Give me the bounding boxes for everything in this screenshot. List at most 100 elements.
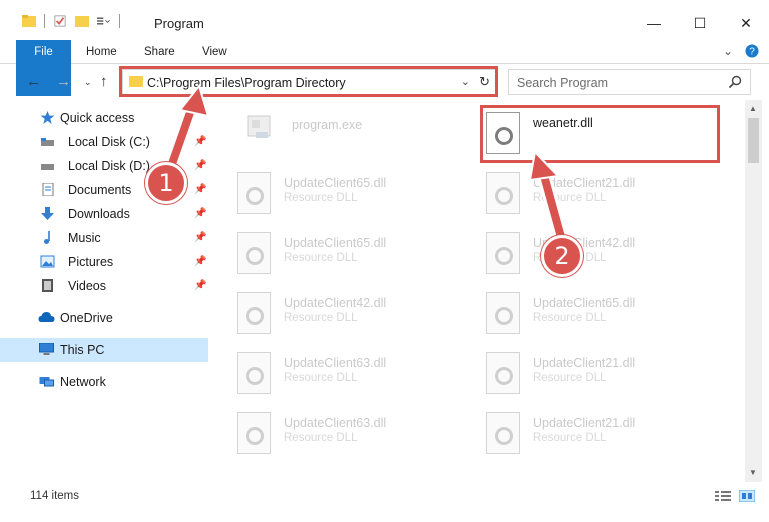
gear-icon [495, 367, 513, 385]
pin-icon[interactable]: 📌 [194, 184, 206, 195]
file-item[interactable]: program.exe [242, 108, 482, 164]
scrollbar-thumb[interactable] [748, 118, 759, 163]
up-arrow-icon[interactable]: ↑ [100, 73, 108, 90]
gear-icon [246, 307, 264, 325]
sidebar-item-quick-access[interactable]: Quick access [0, 106, 208, 130]
window-title: Program [154, 16, 204, 31]
svg-text:?: ? [749, 47, 755, 58]
pictures-icon [40, 255, 55, 268]
sidebar-item-this-pc[interactable]: This PC [0, 338, 208, 362]
file-name: program.exe [292, 118, 363, 132]
customize-toolbar-icon[interactable] [97, 15, 111, 27]
tiles-view-icon[interactable] [739, 490, 755, 502]
divider [44, 14, 45, 28]
tab-home[interactable]: Home [74, 40, 129, 64]
download-icon [41, 207, 54, 220]
ribbon-tabs: File Home Share View ⌄ ? [0, 40, 769, 96]
sidebar-item-network[interactable]: Network [0, 370, 208, 394]
search-input[interactable]: Search Program [508, 69, 751, 95]
file-icon [486, 172, 520, 214]
file-item[interactable]: UpdateClient63.dll Resource DLL [237, 408, 477, 464]
pin-icon[interactable]: 📌 [194, 160, 206, 171]
documents-icon [42, 183, 54, 196]
file-type: Resource DLL [533, 312, 607, 324]
properties-icon[interactable] [53, 15, 67, 27]
quick-access-toolbar [22, 14, 120, 28]
pin-icon[interactable]: 📌 [194, 232, 206, 243]
file-item[interactable]: UpdateClient65.dll Resource DLL [486, 288, 726, 344]
videos-icon [42, 279, 53, 292]
details-view-icon[interactable] [715, 490, 731, 502]
file-name: UpdateClient63.dll [284, 356, 387, 370]
sidebar-item-label: Downloads [68, 207, 130, 221]
step-marker-2: 2 [541, 235, 583, 277]
forward-arrow-icon[interactable]: → [56, 73, 71, 90]
maximize-button[interactable]: ☐ [677, 8, 723, 38]
gear-icon [246, 427, 264, 445]
sidebar-item-label: Local Disk (C:) [68, 135, 150, 149]
file-item[interactable]: UpdateClient21.dll Resource DLL [486, 348, 726, 404]
file-type: Resource DLL [284, 372, 358, 384]
file-icon [486, 232, 520, 274]
tab-share[interactable]: Share [132, 40, 187, 64]
expand-ribbon-icon[interactable]: ⌄ [723, 44, 733, 58]
file-item[interactable]: UpdateClient65.dll Resource DLL [237, 228, 477, 284]
star-icon [40, 111, 55, 124]
step-marker-1: 1 [145, 162, 187, 204]
music-icon [44, 231, 50, 244]
file-type: Resource DLL [284, 192, 358, 204]
vertical-scrollbar[interactable]: ▲ ▼ [745, 100, 762, 482]
pin-icon[interactable]: 📌 [194, 256, 206, 267]
file-item[interactable]: UpdateClient65.dll Resource DLL [237, 168, 477, 224]
navigation-pane: Quick access Local Disk (C:) 📌 Local Dis… [0, 102, 212, 466]
file-item[interactable]: UpdateClient21.dll Resource DLL [486, 168, 726, 224]
file-name: UpdateClient65.dll [284, 176, 387, 190]
scroll-down-icon[interactable]: ▼ [749, 468, 757, 477]
file-icon [486, 352, 520, 394]
sidebar-item-label: Local Disk (D:) [68, 159, 150, 173]
gear-icon [495, 187, 513, 205]
close-button[interactable]: ✕ [723, 8, 769, 38]
file-type: Resource DLL [284, 312, 358, 324]
new-folder-icon[interactable] [75, 15, 89, 27]
file-name: UpdateClient21.dll [533, 356, 636, 370]
recent-locations-icon[interactable]: ⌄ [84, 77, 92, 88]
sidebar-item-label: Network [60, 375, 106, 389]
file-name: UpdateClient65.dll [533, 296, 636, 310]
file-item[interactable]: UpdateClient42.dll Resource DLL [486, 228, 726, 284]
drive-icon [41, 138, 54, 146]
minimize-button[interactable]: — [631, 8, 677, 38]
search-icon[interactable] [728, 75, 742, 89]
sidebar-item-onedrive[interactable]: OneDrive [0, 306, 208, 330]
file-type: Resource DLL [533, 372, 607, 384]
scroll-up-icon[interactable]: ▲ [749, 104, 757, 113]
pin-icon[interactable]: 📌 [194, 280, 206, 291]
sidebar-item-label: Documents [68, 183, 132, 197]
tab-view[interactable]: View [190, 40, 239, 64]
network-icon [39, 377, 54, 387]
sidebar-item-label: This PC [60, 343, 105, 357]
help-icon[interactable]: ? [745, 44, 759, 58]
gear-icon [246, 367, 264, 385]
file-name: UpdateClient63.dll [284, 416, 387, 430]
file-item[interactable]: UpdateClient42.dll Resource DLL [237, 288, 477, 344]
sidebar-item-pictures[interactable]: Pictures 📌 [0, 250, 208, 274]
sidebar-item-label: Videos [68, 279, 106, 293]
sidebar-item-downloads[interactable]: Downloads 📌 [0, 202, 208, 226]
file-icon [237, 352, 271, 394]
computer-icon [39, 343, 54, 355]
file-item[interactable]: UpdateClient21.dll Resource DLL [486, 408, 726, 464]
program-exe-icon [247, 115, 271, 138]
pin-icon[interactable]: 📌 [194, 208, 206, 219]
file-icon [486, 292, 520, 334]
pin-icon[interactable]: 📌 [194, 136, 206, 147]
sidebar-item-music[interactable]: Music 📌 [0, 226, 208, 250]
file-icon [237, 412, 271, 454]
sidebar-item-videos[interactable]: Videos 📌 [0, 274, 208, 298]
search-placeholder: Search Program [517, 76, 609, 90]
back-arrow-icon[interactable]: ← [26, 73, 41, 90]
sidebar-item-local-disk-c[interactable]: Local Disk (C:) 📌 [0, 130, 208, 154]
file-name: UpdateClient21.dll [533, 176, 636, 190]
file-item[interactable]: UpdateClient63.dll Resource DLL [237, 348, 477, 404]
file-type: Resource DLL [533, 192, 607, 204]
